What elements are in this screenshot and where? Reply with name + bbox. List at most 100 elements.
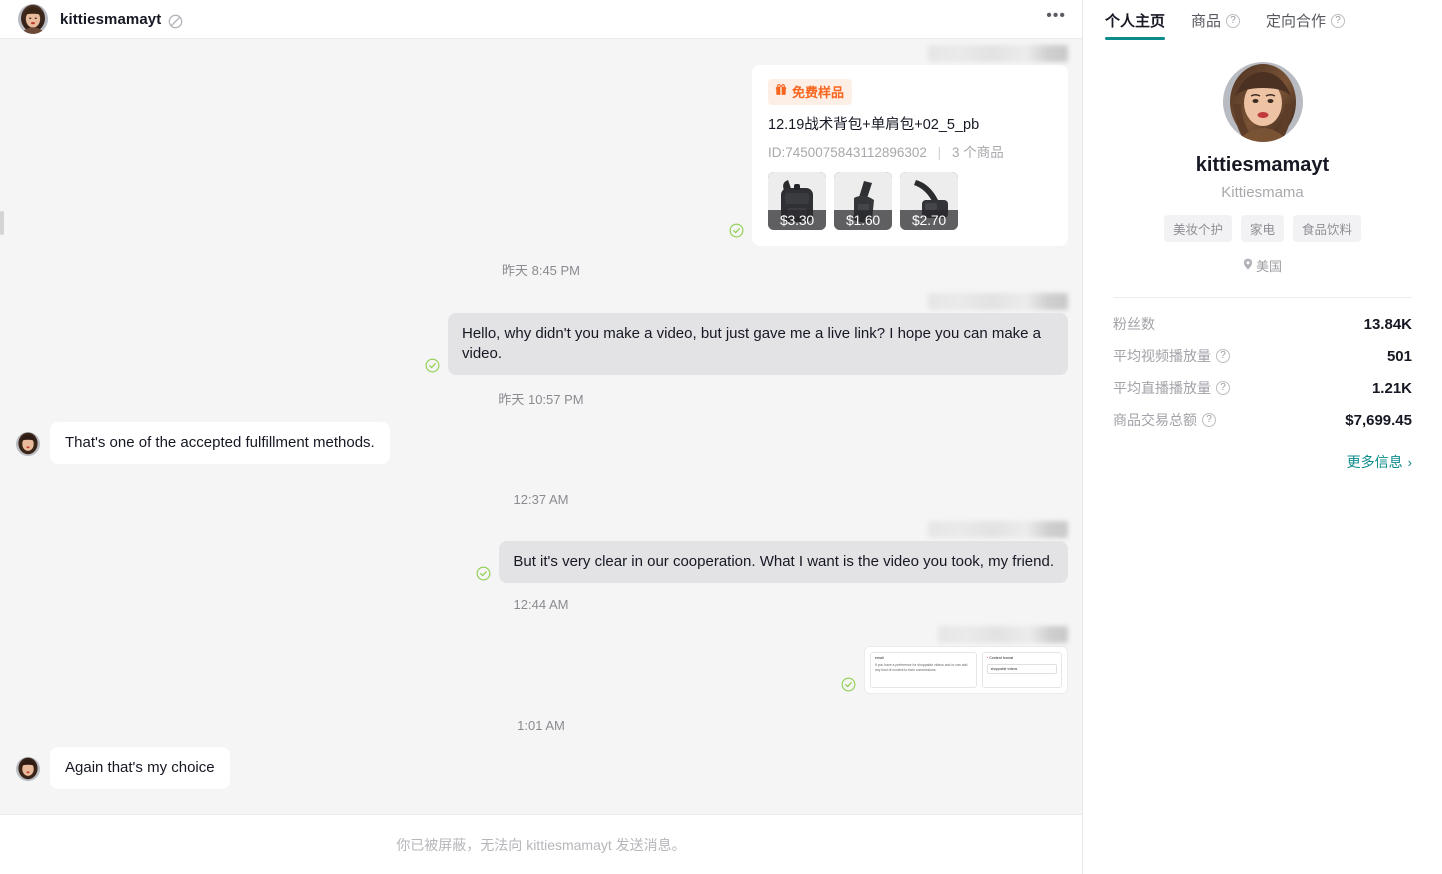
message-product-card: 免费样品 12.19战术背包+单肩包+02_5_pb ID:7450075843… (0, 39, 1082, 246)
chat-pane: kittiesmamayt ••• 免费样品 12.19战术背包+单肩包+02_… (0, 0, 1083, 874)
message-timestamp: 昨天 8:45 PM (501, 263, 581, 278)
stat-label-text: 平均视频播放量 (1113, 348, 1211, 364)
header-avatar[interactable] (18, 4, 48, 34)
blocked-notice-bar: 你已被屏蔽，无法向 kittiesmamayt 发送消息。 (0, 814, 1082, 874)
help-icon[interactable]: ? (1331, 13, 1346, 28)
help-icon[interactable]: ? (1216, 349, 1230, 363)
profile-name: kittiesmamayt (1195, 154, 1330, 176)
product-thumbnail[interactable]: $3.30 (768, 172, 826, 230)
stat-row-followers: 粉丝数 13.84K (1113, 314, 1412, 334)
message-timestamp: 1:01 AM (517, 718, 565, 733)
screenshot-left-body: If you have a preference for shoppable v… (875, 663, 968, 672)
profile-tag: 食品饮料 (1293, 215, 1362, 242)
screenshot-right-label: Content format (987, 656, 1057, 661)
stat-value: 501 (1386, 347, 1412, 365)
profile-body: kittiesmamayt Kittiesmama 美妆个护 家电 食品饮料 美… (1083, 40, 1442, 472)
profile-location: 美国 (1113, 256, 1412, 275)
product-thumbnail[interactable]: $1.60 (834, 172, 892, 230)
product-price: $1.60 (834, 210, 892, 230)
sent-check-icon (476, 566, 491, 581)
tab-products-label: 商品 (1191, 13, 1222, 30)
sent-check-icon (729, 223, 744, 238)
help-icon[interactable]: ? (1226, 13, 1241, 28)
chevron-right-icon: › (1407, 454, 1412, 470)
message-row-outgoing: But it's very clear in our cooperation. … (0, 521, 1082, 583)
stat-row-gmv: 商品交易总额 ? $7,699.45 (1113, 410, 1412, 430)
product-price: $3.30 (768, 210, 826, 230)
blurred-sender-label (928, 521, 1068, 538)
blocked-notice-text: 你已被屏蔽，无法向 kittiesmamayt 发送消息。 (396, 836, 686, 853)
product-id: ID:7450075843112896302 (768, 145, 927, 160)
stat-value: 13.84K (1363, 315, 1412, 333)
product-count: 3 个商品 (951, 145, 1004, 160)
stat-row-avg-live-views: 平均直播播放量 ? 1.21K (1113, 378, 1412, 398)
stat-value: $7,699.45 (1345, 411, 1412, 429)
profile-divider (1113, 297, 1412, 298)
product-title: 12.19战术背包+单肩包+02_5_pb (768, 117, 980, 133)
profile-location-label: 美国 (1255, 259, 1282, 274)
product-card[interactable]: 免费样品 12.19战术背包+单肩包+02_5_pb ID:7450075843… (752, 65, 1068, 246)
message-bubble[interactable]: Hello, why didn't you make a video, but … (448, 313, 1068, 375)
scroll-handle[interactable] (0, 211, 4, 235)
message-bubble[interactable]: But it's very clear in our cooperation. … (499, 541, 1068, 583)
message-avatar[interactable] (16, 432, 40, 456)
image-attachment[interactable]: email If you have a preference for shopp… (864, 646, 1068, 694)
profile-tag: 家电 (1240, 215, 1284, 242)
message-bubble[interactable]: Again that's my choice (50, 747, 230, 789)
stat-label-text: 平均直播播放量 (1113, 380, 1211, 396)
message-list: 免费样品 12.19战术背包+单肩包+02_5_pb ID:7450075843… (0, 39, 1082, 814)
stat-label: 粉丝数 (1113, 314, 1155, 334)
header-username: kittiesmamayt (60, 10, 162, 28)
blurred-sender-label (928, 293, 1068, 310)
screenshot-left-column: email If you have a preference for shopp… (870, 652, 977, 688)
profile-stats: 粉丝数 13.84K 平均视频播放量 ? 501 平均直播播放量 ? 1.21K… (1113, 314, 1412, 430)
avatar-image (18, 4, 48, 34)
stat-label: 平均视频播放量 ? (1113, 346, 1230, 366)
avatar-image (16, 757, 40, 781)
chat-header: kittiesmamayt ••• (0, 0, 1082, 38)
tab-homepage-label: 个人主页 (1105, 13, 1166, 30)
product-thumbnail[interactable]: $2.70 (900, 172, 958, 230)
stat-row-avg-video-views: 平均视频播放量 ? 501 (1113, 346, 1412, 366)
app-root: kittiesmamayt ••• 免费样品 12.19战术背包+单肩包+02_… (0, 0, 1442, 874)
gift-icon (775, 84, 787, 99)
free-sample-label: 免费样品 (792, 85, 845, 100)
screenshot-right-value: shoppable videos (986, 664, 1057, 674)
tab-products[interactable]: 商品 ? (1191, 10, 1241, 40)
free-sample-badge: 免费样品 (768, 79, 853, 105)
screenshot-right-column: Content format shoppable videos (981, 652, 1062, 688)
message-avatar[interactable] (16, 757, 40, 781)
screenshot-left-label: email (875, 656, 884, 660)
product-meta: ID:7450075843112896302 | 3 个商品 (768, 141, 1052, 161)
profile-tabs: 个人主页 商品 ? 定向合作 ? (1083, 0, 1442, 40)
message-row-incoming: That's one of the accepted fulfillment m… (0, 422, 1082, 464)
stat-label: 商品交易总额 ? (1113, 410, 1216, 430)
help-icon[interactable]: ? (1216, 381, 1230, 395)
sent-check-icon (425, 358, 440, 373)
message-timestamp: 昨天 10:57 PM (498, 392, 584, 407)
product-thumbnails: $3.30 $1.60 $2.70 (768, 172, 1052, 230)
tab-targeted-collaboration-label: 定向合作 (1266, 13, 1327, 30)
stat-label: 平均直播播放量 ? (1113, 378, 1230, 398)
tab-targeted-collaboration[interactable]: 定向合作 ? (1266, 10, 1346, 40)
tab-homepage[interactable]: 个人主页 (1105, 10, 1166, 40)
message-bubble[interactable]: That's one of the accepted fulfillment m… (50, 422, 390, 464)
more-info-link[interactable]: 更多信息 › (1113, 452, 1412, 472)
message-row-image: email If you have a preference for shopp… (0, 626, 1082, 694)
stat-value: 1.21K (1371, 379, 1412, 397)
product-price: $2.70 (900, 210, 958, 230)
location-pin-icon (1243, 258, 1253, 273)
message-row-incoming: Again that's my choice (0, 747, 1082, 789)
message-timestamp: 12:37 AM (513, 492, 569, 507)
profile-tag: 美妆个护 (1163, 215, 1232, 242)
avatar-image (16, 432, 40, 456)
stat-label-text: 粉丝数 (1113, 316, 1155, 332)
help-icon[interactable]: ? (1202, 413, 1216, 427)
message-timestamp: 12:44 AM (513, 597, 569, 612)
message-row-outgoing: Hello, why didn't you make a video, but … (0, 293, 1082, 375)
stat-label-text: 商品交易总额 (1113, 412, 1197, 428)
sent-check-icon (841, 677, 856, 692)
profile-avatar[interactable] (1222, 62, 1303, 142)
more-options-button[interactable]: ••• (1046, 8, 1066, 24)
avatar-image (1222, 62, 1303, 142)
